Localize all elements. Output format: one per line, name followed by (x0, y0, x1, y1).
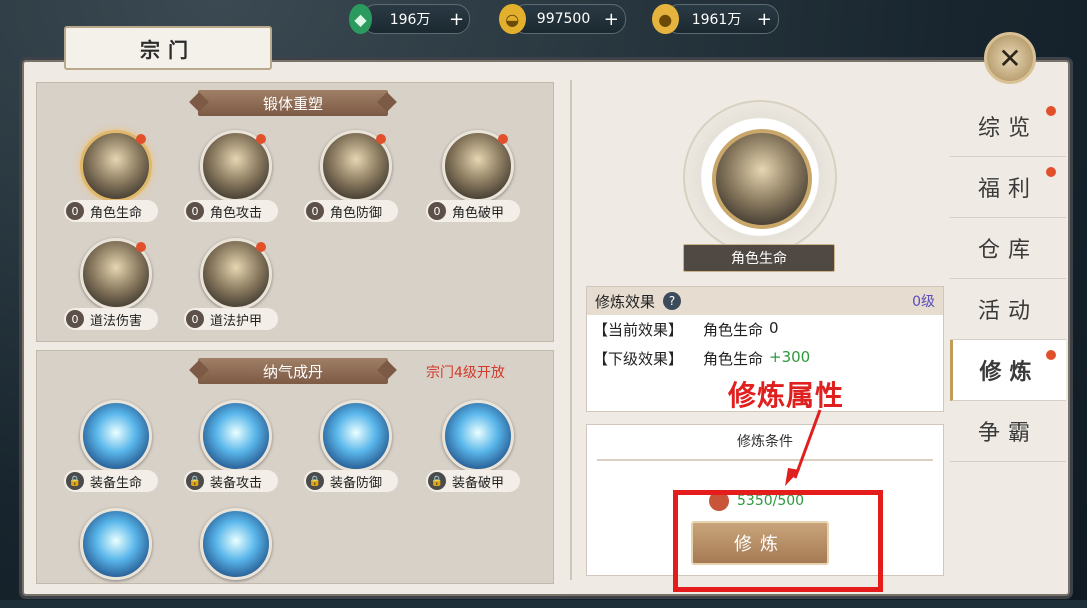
tab-welfare[interactable]: 福利 (950, 157, 1066, 218)
annotation-box (673, 490, 883, 592)
window-title: 宗门 (64, 26, 272, 70)
tab-label: 仓库 (977, 238, 1038, 263)
annotation-arrow (785, 409, 822, 486)
tab-label: 活动 (977, 299, 1038, 324)
badge-dot (1046, 106, 1056, 116)
tab-warehouse[interactable]: 仓库 (950, 218, 1066, 279)
tab-label: 争霸 (977, 421, 1038, 446)
badge-dot (1046, 350, 1056, 360)
tab-events[interactable]: 活动 (950, 279, 1066, 340)
tab-cultivate[interactable]: 修炼 (950, 340, 1066, 401)
tab-compete[interactable]: 争霸 (950, 401, 1066, 462)
tab-overview[interactable]: 综览 (950, 96, 1066, 157)
badge-dot (1046, 167, 1056, 177)
side-tabs: 综览 福利 仓库 活动 修炼 争霸 (950, 96, 1066, 462)
tab-label: 综览 (977, 116, 1038, 141)
tab-label: 福利 (977, 177, 1038, 202)
close-button[interactable]: ✕ (984, 32, 1036, 84)
tab-label: 修炼 (979, 360, 1040, 385)
game-screen: ◆ 196万 + ◒ 997500 + ● 1961万 + 宗门 ✕ 锻体重塑 … (0, 0, 1087, 600)
